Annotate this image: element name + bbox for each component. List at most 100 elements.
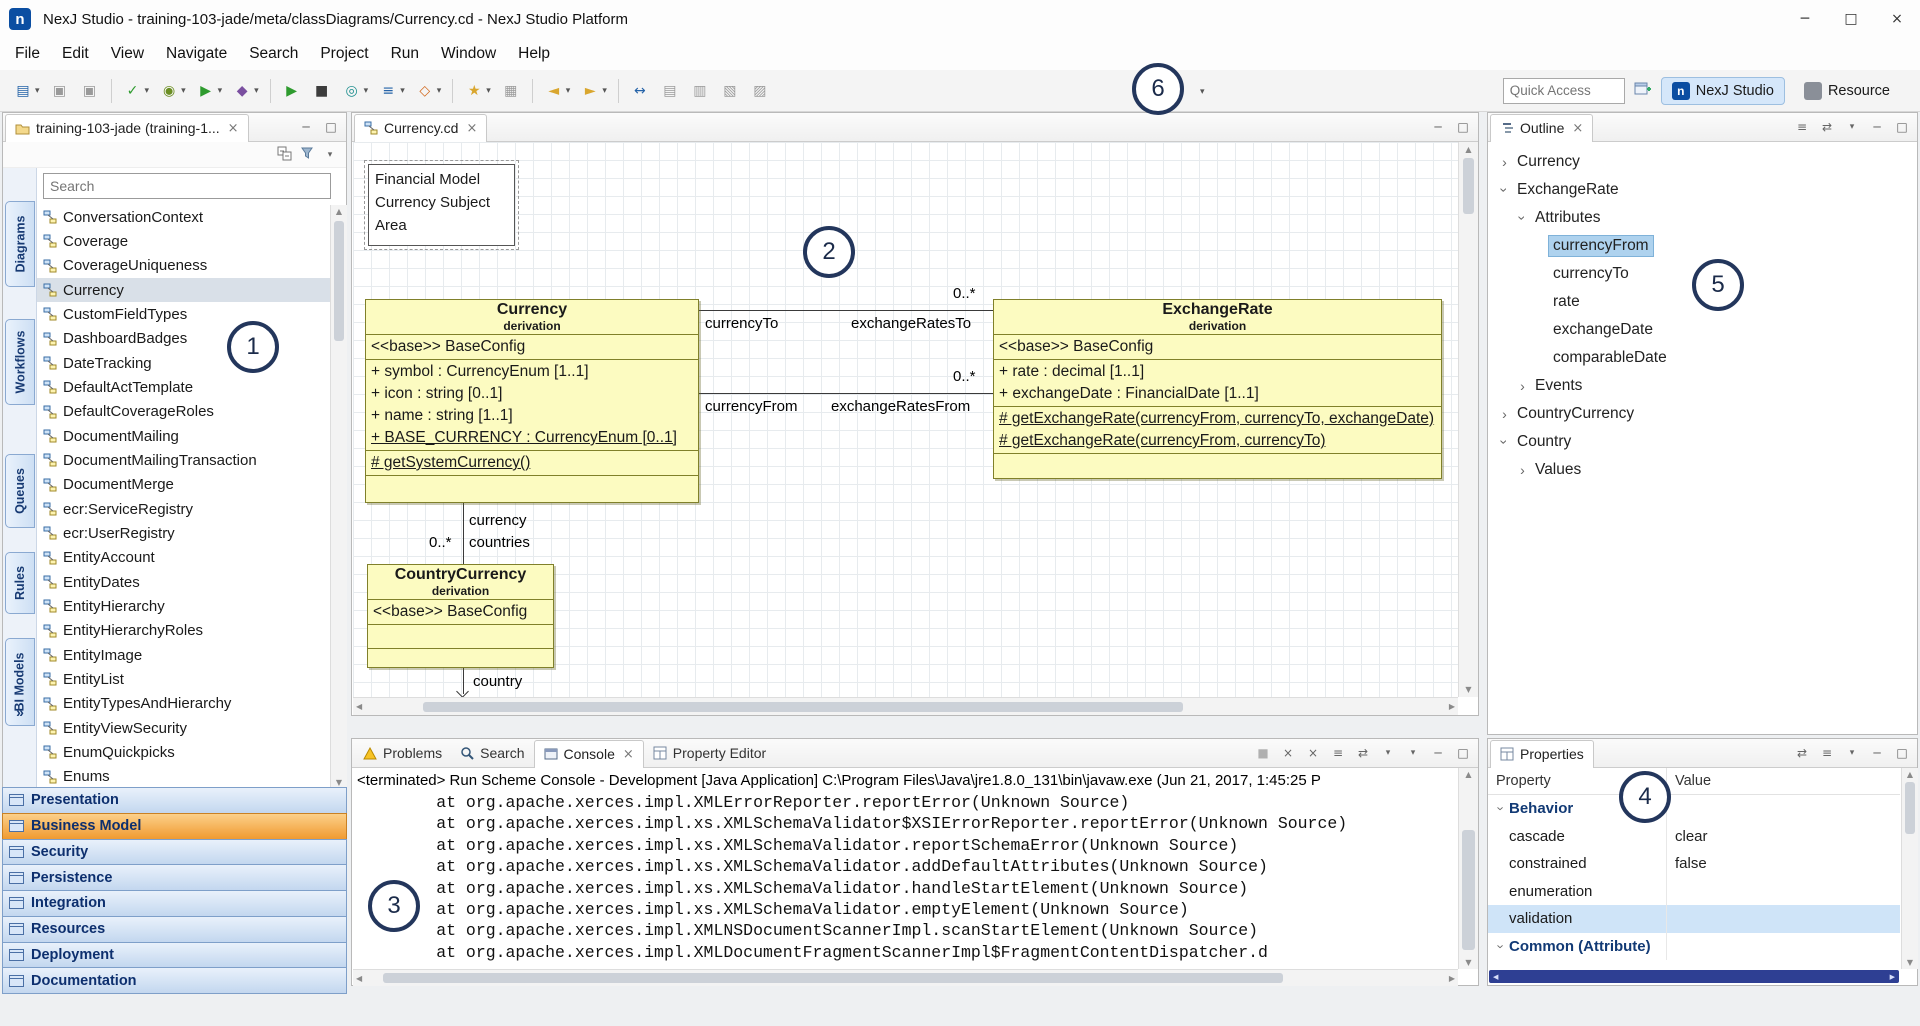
tab-properties[interactable]: Properties — [1490, 740, 1594, 768]
class-attribute[interactable]: + symbol : CurrencyEnum [1..1] — [366, 361, 698, 383]
debug-button[interactable]: ◉ — [155, 78, 190, 104]
explorer-item[interactable]: EntityImage — [37, 643, 330, 667]
explorer-item[interactable]: DefaultCoverageRoles — [37, 400, 330, 424]
outline-node[interactable]: Attributes — [1488, 204, 1917, 232]
sort-icon[interactable] — [1794, 119, 1810, 135]
tab-property-editor[interactable]: Property Editor — [644, 739, 775, 767]
link-with-editor-icon[interactable] — [1819, 119, 1835, 135]
maximize-view-button[interactable] — [1894, 745, 1910, 761]
layout-grid-button[interactable]: ▧ — [716, 78, 744, 104]
scroll-lock-button[interactable] — [1355, 745, 1371, 761]
explorer-item[interactable]: DocumentMailing — [37, 424, 330, 448]
profile-button[interactable]: ◆ — [228, 78, 263, 104]
editor-tab-currency-cd[interactable]: Currency.cd — [354, 114, 487, 142]
layer-deployment[interactable]: Deployment — [2, 942, 347, 969]
layer-business-model[interactable]: Business Model — [2, 813, 347, 840]
perspective-resource[interactable]: Resource — [1794, 78, 1900, 104]
association-line-countries[interactable] — [463, 503, 464, 564]
close-window-button[interactable] — [1874, 0, 1920, 38]
outline-node[interactable]: exchangeDate — [1488, 316, 1917, 344]
minimize-view-button[interactable] — [298, 119, 314, 135]
explorer-item[interactable]: DefaultActTemplate — [37, 375, 330, 399]
explorer-item[interactable]: ConversationContext — [37, 205, 330, 229]
explorer-item[interactable]: Enums — [37, 765, 330, 789]
property-row[interactable]: enumeration — [1488, 878, 1900, 906]
property-value[interactable] — [1666, 878, 1900, 906]
menu-item[interactable]: File — [4, 39, 51, 69]
property-row[interactable]: Common (Attribute) — [1488, 933, 1900, 961]
explorer-item[interactable]: EntityAccount — [37, 546, 330, 570]
class-attribute[interactable]: + name : string [1..1] — [366, 405, 698, 427]
tab-console[interactable]: Console — [534, 740, 644, 768]
remove-launch-button[interactable] — [1280, 745, 1296, 761]
multiplicity-label[interactable]: 0..* — [953, 368, 976, 385]
tree-expander-icon[interactable] — [1496, 182, 1513, 198]
role-label[interactable]: currencyFrom — [705, 398, 798, 415]
role-label[interactable]: country — [473, 673, 522, 690]
layer-security[interactable]: Security — [2, 839, 347, 866]
menu-item[interactable]: Window — [430, 39, 507, 69]
side-tab-queues[interactable]: Queues — [5, 454, 35, 528]
display-console-caret[interactable] — [1380, 745, 1396, 761]
outline-node[interactable]: comparableDate — [1488, 344, 1917, 372]
class-attribute[interactable]: + icon : string [0..1] — [366, 383, 698, 405]
explorer-item[interactable]: EntityHierarchyRoles — [37, 619, 330, 643]
layout-vertical-button[interactable]: ▥ — [686, 78, 714, 104]
run-button[interactable]: ▶ — [278, 78, 306, 104]
tab-problems[interactable]: Problems — [354, 739, 451, 767]
coverage-button[interactable]: ◎ — [338, 78, 373, 104]
save-all-button[interactable]: ▣ — [76, 78, 104, 104]
explorer-search-input[interactable] — [43, 173, 331, 199]
menu-item[interactable]: Navigate — [155, 39, 238, 69]
minimize-view-button[interactable] — [1430, 745, 1446, 761]
scrollbar-thumb[interactable] — [423, 702, 1183, 712]
scroll-up-arrow[interactable] — [1459, 145, 1478, 154]
outline-node[interactable]: Country — [1488, 428, 1917, 456]
scrollbar-thumb[interactable] — [1462, 830, 1475, 950]
property-row[interactable]: validation — [1488, 905, 1900, 933]
open-console-caret[interactable] — [1405, 745, 1421, 761]
remove-all-launches-button[interactable] — [1305, 745, 1321, 761]
layer-integration[interactable]: Integration — [2, 890, 347, 917]
new-wizard-button[interactable]: ▤ — [9, 78, 44, 104]
tree-expander-icon[interactable] — [1514, 462, 1531, 478]
tree-expander-icon[interactable] — [1514, 378, 1531, 394]
explorer-item[interactable]: CustomFieldTypes — [37, 302, 330, 326]
side-tab-overflow[interactable]: » — [5, 704, 35, 720]
grid-button[interactable]: ▦ — [497, 78, 525, 104]
minimize-view-button[interactable] — [1869, 119, 1885, 135]
outline-node[interactable]: ExchangeRate — [1488, 176, 1917, 204]
side-tab-workflows[interactable]: Workflows — [5, 319, 35, 405]
role-label[interactable]: countries — [469, 534, 530, 551]
tree-expander-icon[interactable] — [1496, 406, 1513, 422]
scroll-left-arrow[interactable] — [356, 970, 362, 986]
tree-expander-icon[interactable] — [1493, 801, 1509, 816]
tree-expander-icon[interactable] — [1496, 154, 1513, 170]
scroll-up-arrow[interactable] — [331, 207, 347, 216]
minimize-view-button[interactable] — [1430, 119, 1446, 135]
forward-button[interactable]: ► — [576, 78, 611, 104]
explorer-item[interactable]: CoverageUniqueness — [37, 254, 330, 278]
scroll-left-arrow[interactable] — [356, 698, 362, 715]
terminate-button[interactable]: ■ — [308, 78, 336, 104]
filter-icon[interactable] — [300, 146, 314, 163]
property-value[interactable] — [1666, 795, 1900, 823]
side-tab-rules[interactable]: Rules — [5, 552, 35, 614]
scroll-left-arrow[interactable] — [1493, 973, 1498, 981]
close-tab-icon[interactable] — [466, 121, 477, 136]
scroll-down-arrow[interactable] — [331, 778, 347, 787]
class-operation[interactable]: # getSystemCurrency() — [366, 452, 698, 474]
property-row[interactable]: constrained false — [1488, 850, 1900, 878]
show-categories-icon[interactable] — [1794, 745, 1810, 761]
class-attribute[interactable]: + exchangeDate : FinancialDate [1..1] — [994, 383, 1441, 405]
scroll-down-arrow[interactable] — [1459, 685, 1478, 694]
reports-button[interactable]: ≡ — [374, 78, 409, 104]
outline-node[interactable]: Values — [1488, 456, 1917, 484]
tab-search[interactable]: Search — [451, 739, 533, 767]
tree-expander-icon[interactable] — [1493, 939, 1509, 954]
layout-horizontal-button[interactable]: ▤ — [656, 78, 684, 104]
maximize-view-button[interactable] — [1455, 745, 1471, 761]
outline-node[interactable]: CountryCurrency — [1488, 400, 1917, 428]
minimize-view-button[interactable] — [1869, 745, 1885, 761]
scrollbar-thumb[interactable] — [1463, 158, 1474, 214]
